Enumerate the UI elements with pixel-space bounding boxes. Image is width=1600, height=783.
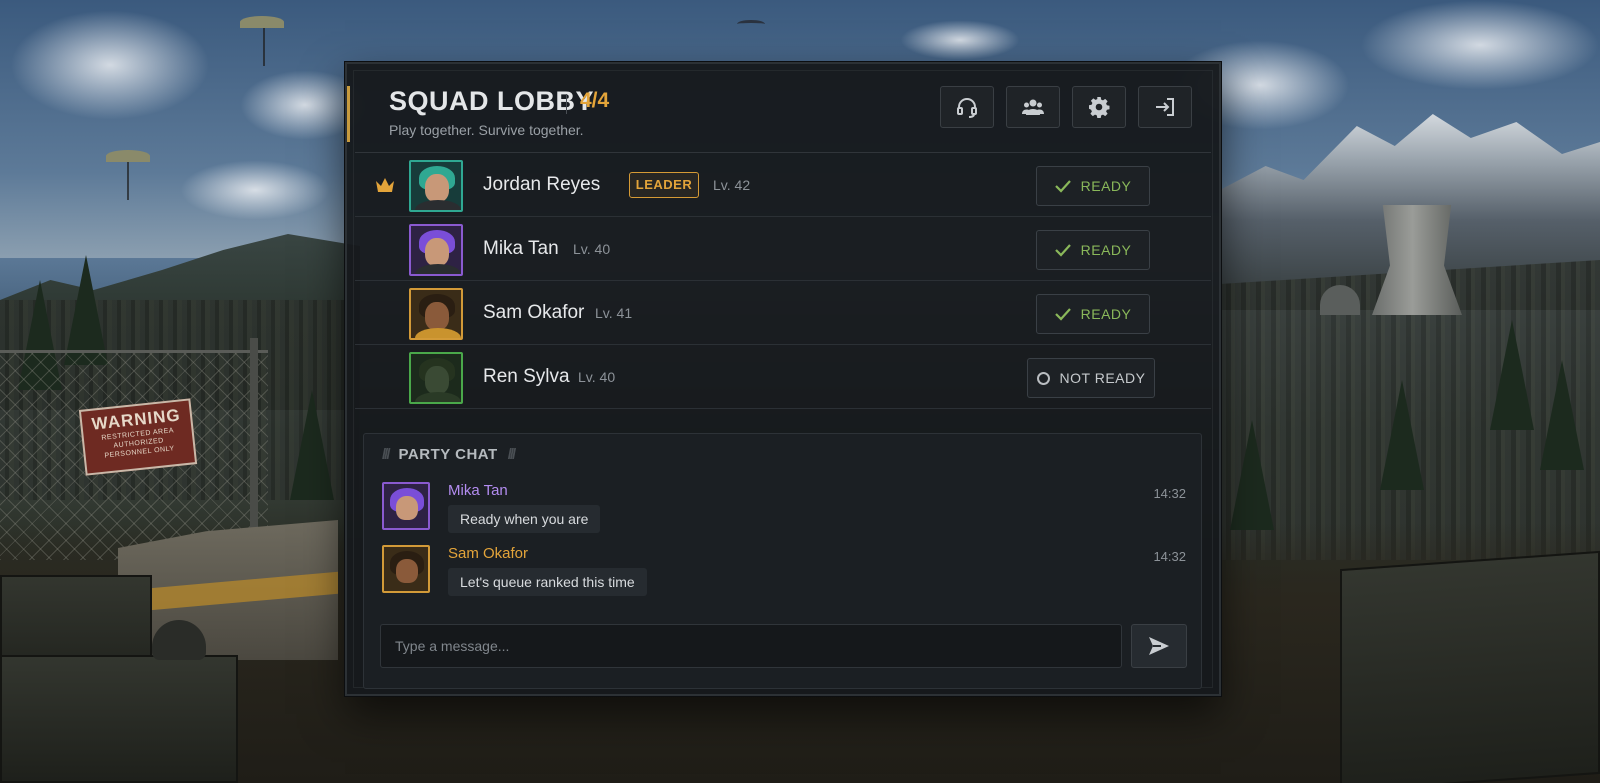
cloud <box>1360 0 1600 90</box>
parachute <box>240 16 284 28</box>
voice-chat-button[interactable] <box>940 86 994 128</box>
title-divider <box>566 94 567 114</box>
player-level: Lv. 42 <box>713 177 751 193</box>
check-icon <box>1054 308 1071 321</box>
player-row[interactable]: Sam Okafor Lv. 41 READY <box>355 281 1211 345</box>
pine-tree <box>1380 380 1424 490</box>
player-level: Lv. 40 <box>578 369 616 385</box>
avatar[interactable] <box>382 545 430 593</box>
avatar[interactable] <box>409 288 463 340</box>
squad-count: 4/4 <box>580 89 610 112</box>
friends-icon <box>1022 99 1044 115</box>
pine-tree <box>1490 320 1534 430</box>
leader-badge: LEADER <box>629 172 699 198</box>
player-level: Lv. 41 <box>595 305 633 321</box>
avatar[interactable] <box>409 160 463 212</box>
avatar-face <box>425 366 449 394</box>
chat-message: Mika Tan 14:32 Ready when you are <box>382 482 1186 538</box>
ready-status[interactable]: READY <box>1036 166 1150 206</box>
avatar-face <box>396 496 418 520</box>
message-text: Ready when you are <box>448 505 601 533</box>
status-label: NOT READY <box>1059 370 1146 386</box>
avatar-body <box>415 392 461 402</box>
avatar[interactable] <box>382 482 430 530</box>
squad-roster: Jordan Reyes LEADER Lv. 42 READY Mika Ta… <box>355 153 1211 409</box>
send-icon <box>1149 637 1169 655</box>
pine-tree <box>64 255 108 365</box>
crown-icon <box>376 178 394 192</box>
lobby-title: SQUAD LOBBY <box>389 86 595 116</box>
message-sender: Sam Okafor <box>448 545 529 562</box>
player-row[interactable]: Mika Tan Lv. 40 READY <box>355 217 1211 281</box>
message-text: Let's queue ranked this time <box>448 568 647 596</box>
lobby-subtitle: Play together. Survive together. <box>389 122 584 138</box>
cloud <box>180 160 330 220</box>
decor-slashes: /// <box>382 446 390 463</box>
exit-icon <box>1156 98 1174 116</box>
header-accent <box>347 86 350 142</box>
parachute <box>106 150 150 162</box>
ready-status[interactable]: READY <box>1036 230 1150 270</box>
cloud <box>10 10 210 120</box>
party-chat: /// PARTY CHAT /// Mika Tan 14:32 Ready … <box>363 433 1202 689</box>
bird <box>737 20 765 28</box>
paratrooper <box>127 162 129 200</box>
avatar-face <box>425 302 449 330</box>
paratrooper <box>263 28 265 66</box>
chat-message: Sam Okafor 14:32 Let's queue ranked this… <box>382 545 1186 601</box>
friends-button[interactable] <box>1006 86 1060 128</box>
avatar-face <box>425 238 449 266</box>
player-name: Jordan Reyes <box>483 174 601 195</box>
status-label: READY <box>1080 242 1132 258</box>
ammo-crate <box>1340 550 1600 783</box>
decor-slashes: /// <box>507 446 516 463</box>
send-button[interactable] <box>1131 624 1187 668</box>
pine-tree <box>290 390 334 500</box>
pine-tree <box>1540 360 1584 470</box>
check-icon <box>1054 180 1071 193</box>
message-time: 14:32 <box>1153 549 1186 564</box>
not-ready-status[interactable]: NOT READY <box>1027 358 1155 398</box>
headset-icon <box>957 98 977 118</box>
pine-tree <box>1230 420 1274 530</box>
avatar[interactable] <box>409 224 463 276</box>
avatar-face <box>425 174 449 202</box>
leave-lobby-button[interactable] <box>1138 86 1192 128</box>
squad-lobby-panel: SQUAD LOBBY 4/4 Play together. Survive t… <box>345 62 1221 696</box>
gear-icon <box>1089 97 1110 118</box>
chat-title: PARTY CHAT <box>398 446 498 463</box>
player-row[interactable]: Ren Sylva Lv. 40 NOT READY <box>355 345 1211 409</box>
settings-button[interactable] <box>1072 86 1126 128</box>
cloud <box>900 20 1020 60</box>
circle-icon <box>1036 371 1050 385</box>
avatar[interactable] <box>409 352 463 404</box>
status-label: READY <box>1080 178 1132 194</box>
warning-sign: WARNING RESTRICTED AREA AUTHORIZED PERSO… <box>78 398 198 476</box>
avatar-body <box>415 264 461 274</box>
chat-header: /// PARTY CHAT /// <box>382 446 516 463</box>
chat-input-wrapper <box>380 624 1122 668</box>
message-time: 14:32 <box>1153 486 1186 501</box>
lobby-header: SQUAD LOBBY 4/4 Play together. Survive t… <box>347 64 1219 152</box>
player-level: Lv. 40 <box>573 241 611 257</box>
avatar-body <box>415 328 461 338</box>
player-name: Ren Sylva <box>483 366 570 387</box>
fence-post <box>250 338 258 538</box>
player-name: Mika Tan <box>483 238 559 259</box>
message-sender: Mika Tan <box>448 482 508 499</box>
avatar-body <box>415 200 461 210</box>
avatar-face <box>396 559 418 583</box>
player-name: Sam Okafor <box>483 302 585 323</box>
ammo-crate <box>0 655 238 783</box>
check-icon <box>1054 244 1071 257</box>
ready-status[interactable]: READY <box>1036 294 1150 334</box>
player-row[interactable]: Jordan Reyes LEADER Lv. 42 READY <box>355 153 1211 217</box>
status-label: READY <box>1080 306 1132 322</box>
chat-input[interactable] <box>381 625 1121 667</box>
